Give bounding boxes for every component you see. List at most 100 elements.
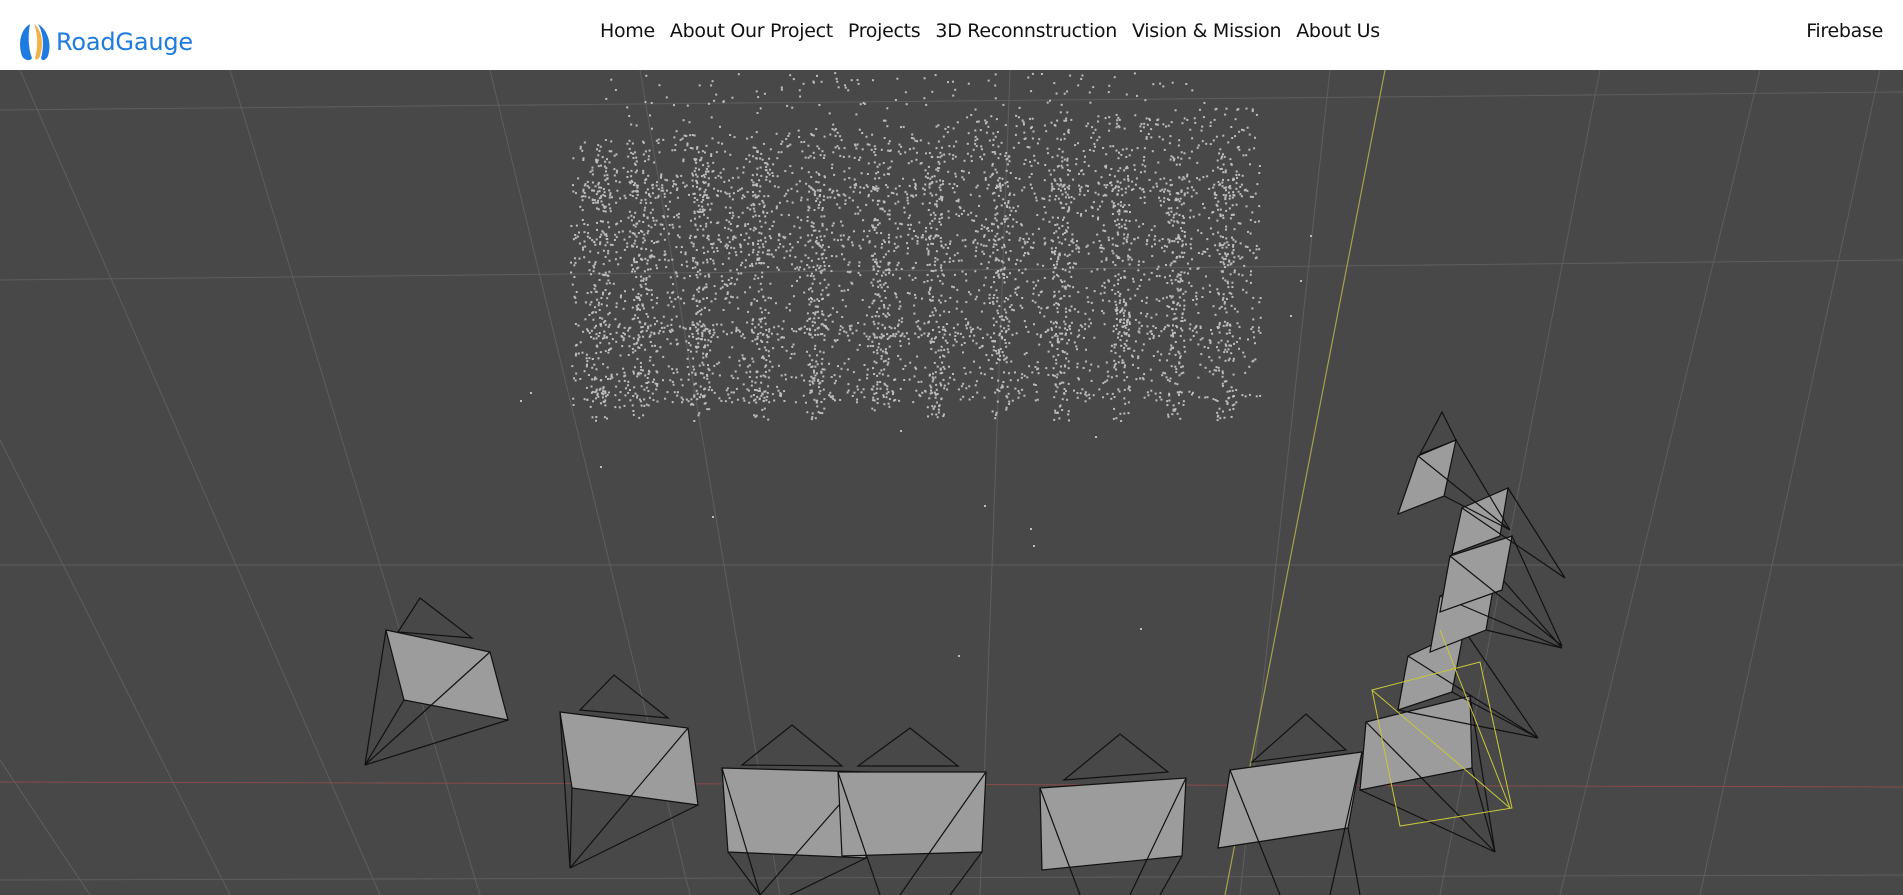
cloud-point [732,391,735,394]
cloud-point [996,388,999,391]
cloud-point [667,208,670,211]
cloud-point [698,168,700,171]
cloud-point [1216,219,1219,222]
cloud-point [765,329,768,331]
cloud-point [954,338,956,341]
cloud-point [1085,394,1088,397]
cloud-point [667,259,670,262]
cloud-point [1077,291,1080,294]
cloud-point [1043,243,1046,246]
cloud-point [1231,236,1233,239]
cloud-point [1195,192,1198,195]
cloud-point [1233,307,1236,310]
cloud-point [818,386,820,389]
cloud-point [574,301,577,304]
cloud-point [1042,218,1045,221]
cloud-point [1172,318,1175,321]
cloud-point [794,256,797,259]
cloud-point [623,404,626,407]
cloud-point [1117,282,1119,285]
cloud-point [952,154,955,157]
cloud-point [604,179,607,182]
cloud-point [599,351,602,354]
nav-item-about-us[interactable]: About Us [1296,20,1380,42]
nav-item-vision-mission[interactable]: Vision & Mission [1132,20,1282,42]
cloud-point [755,389,758,392]
cloud-point [998,183,1001,186]
cloud-point [699,224,702,227]
cloud-point [615,331,618,334]
cloud-point [840,220,843,223]
cloud-point [924,175,927,178]
cloud-point [599,145,602,148]
cloud-point [1098,240,1101,242]
cloud-point [1114,300,1117,303]
cloud-point [998,276,1001,279]
cloud-point [915,194,918,197]
cloud-point [814,334,817,336]
cloud-point [972,148,975,151]
cloud-point [760,232,763,235]
cloud-point [874,245,877,248]
cloud-point [962,395,965,398]
cloud-point [924,183,927,186]
cloud-point [962,382,965,385]
cloud-point [860,172,863,175]
cloud-point [608,203,611,206]
cloud-point [606,394,609,396]
cloud-point [980,372,983,375]
cloud-point [840,367,843,370]
reconstruction-viewport[interactable] [0,70,1903,895]
cloud-point [1164,276,1166,279]
cloud-point [1159,189,1162,192]
cloud-point [755,90,758,93]
cloud-point [603,191,606,194]
cloud-point [726,387,729,390]
cloud-point [731,238,734,241]
nav-item-about-our-project[interactable]: About Our Project [670,20,833,42]
cloud-point [1058,252,1061,255]
cloud-point [1044,211,1047,214]
cloud-point [747,310,749,313]
cloud-point [858,378,861,381]
cloud-point [1202,250,1205,253]
cloud-point [608,349,610,351]
cloud-point [583,370,586,373]
cloud-point [1006,181,1009,183]
cloud-point [1198,213,1201,216]
cloud-point [639,284,642,287]
cloud-point [1051,336,1054,339]
cloud-point [759,166,762,169]
cloud-point [804,254,807,257]
nav-item-home[interactable]: Home [600,20,655,42]
cloud-point [1091,215,1094,218]
cloud-point [1158,274,1161,277]
brand-link[interactable]: RoadGauge [16,22,193,62]
cloud-point [820,215,823,218]
cloud-point [1156,268,1159,271]
cloud-point [927,172,929,175]
cloud-point [1112,188,1115,191]
cloud-point [1221,181,1224,184]
cloud-point [594,261,597,264]
nav-item-firebase[interactable]: Firebase [1806,20,1883,42]
cloud-point [727,227,730,230]
cloud-point [1143,170,1146,173]
cloud-point [971,219,974,222]
cloud-point [634,392,637,395]
cloud-point [759,307,762,310]
cloud-point [792,343,795,346]
cloud-point [590,301,593,304]
nav-item-3d-reconstruction[interactable]: 3D Reconnstruction [935,20,1117,42]
cloud-point [853,186,856,189]
cloud-point [952,327,955,330]
nav-item-projects[interactable]: Projects [848,20,921,42]
cloud-point [1110,181,1113,184]
cloud-point [669,342,672,345]
cloud-point [1002,354,1005,357]
cloud-point [699,320,701,323]
cloud-point [1164,372,1167,375]
cloud-point [1075,247,1078,250]
cloud-point [642,172,645,175]
cloud-point [704,327,707,330]
